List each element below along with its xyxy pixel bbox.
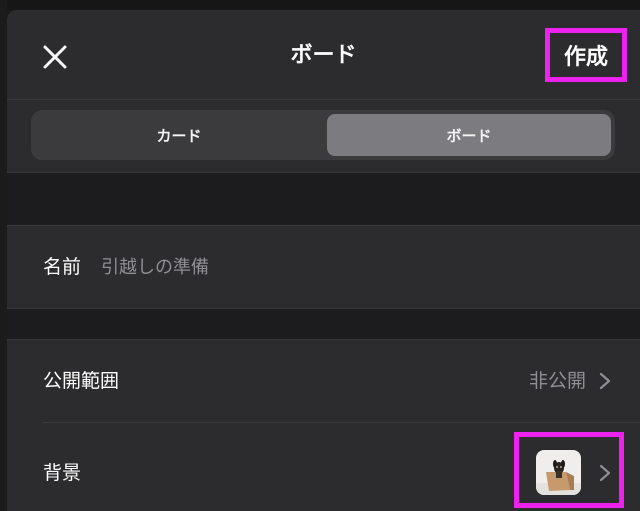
type-switcher-area: カード ボード	[7, 100, 640, 172]
backdrop-edge	[0, 0, 7, 511]
name-row: 名前	[7, 226, 640, 308]
type-segmented-control: カード ボード	[31, 110, 615, 160]
sheet-header: ボード 作成	[7, 10, 640, 100]
screen: ボード 作成 カード ボード 名前 公開範囲 非公開 背景	[0, 0, 640, 511]
segment-card[interactable]: カード	[35, 114, 323, 156]
name-label: 名前	[43, 256, 82, 278]
background-label: 背景	[43, 462, 82, 484]
chevron-right-icon	[599, 372, 611, 390]
visibility-label: 公開範囲	[43, 370, 120, 392]
section-spacer	[7, 172, 640, 226]
create-button[interactable]: 作成	[545, 28, 627, 82]
visibility-value: 非公開	[528, 370, 586, 392]
visibility-row[interactable]: 公開範囲 非公開	[7, 340, 640, 422]
name-input[interactable]	[101, 252, 601, 282]
section-spacer	[7, 308, 640, 340]
backdrop-strip	[0, 0, 640, 10]
dog-in-box-photo-icon	[536, 450, 581, 495]
create-sheet: ボード 作成 カード ボード 名前 公開範囲 非公開 背景	[7, 10, 640, 511]
segment-board[interactable]: ボード	[327, 114, 611, 156]
chevron-right-icon	[599, 464, 611, 482]
background-thumbnail[interactable]	[536, 450, 581, 495]
background-row[interactable]: 背景	[7, 423, 640, 511]
